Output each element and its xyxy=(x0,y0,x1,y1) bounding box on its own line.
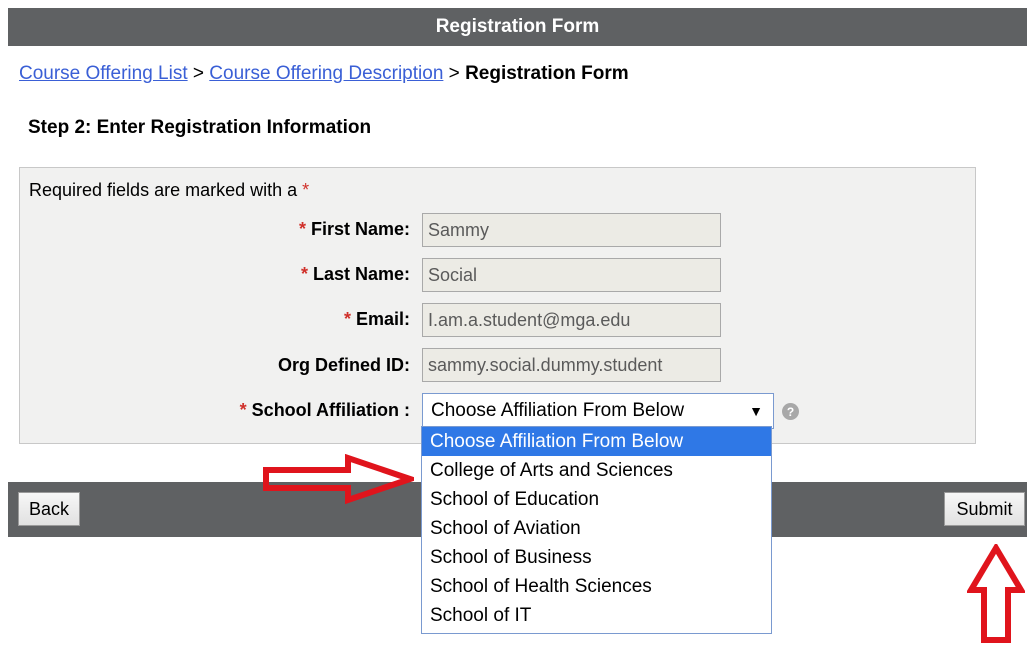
breadcrumb: Course Offering List > Course Offering D… xyxy=(19,63,629,85)
last-name-label: * Last Name: xyxy=(301,264,410,285)
first-name-label-text: First Name: xyxy=(310,219,410,239)
annotation-arrow-right-icon xyxy=(263,454,414,504)
first-name-label: * First Name: xyxy=(299,219,410,240)
email-label-text: Email: xyxy=(355,309,410,329)
required-star: * xyxy=(239,400,247,420)
dropdown-option[interactable]: School of Health Sciences xyxy=(422,572,771,601)
breadcrumb-separator: > xyxy=(192,63,205,84)
registration-form-panel: Required fields are marked with a * * Fi… xyxy=(19,167,976,444)
school-affiliation-label: * School Affiliation : xyxy=(240,400,410,421)
required-note: Required fields are marked with a * xyxy=(29,180,309,201)
back-button[interactable]: Back xyxy=(18,492,80,526)
email-field[interactable]: I.am.a.student@mga.edu xyxy=(422,303,721,337)
breadcrumb-current: Registration Form xyxy=(465,63,629,84)
breadcrumb-link-course-offering-description[interactable]: Course Offering Description xyxy=(209,63,443,84)
dropdown-option[interactable]: School of IT xyxy=(422,601,771,630)
step-heading: Step 2: Enter Registration Information xyxy=(28,117,372,138)
registration-page: Registration Form Course Offering List >… xyxy=(0,0,1027,648)
breadcrumb-separator: > xyxy=(448,63,460,84)
page-title: Registration Form xyxy=(435,16,600,37)
required-star: * xyxy=(343,309,351,329)
school-affiliation-dropdown-list: Choose Affiliation From Below College of… xyxy=(421,426,772,634)
org-defined-id-label: Org Defined ID: xyxy=(278,355,410,376)
dropdown-option[interactable]: School of Education xyxy=(422,485,771,514)
org-defined-id-label-text: Org Defined ID: xyxy=(277,355,410,375)
annotation-arrow-up-icon xyxy=(967,544,1025,643)
last-name-field[interactable]: Social xyxy=(422,258,721,292)
first-name-field[interactable]: Sammy xyxy=(422,213,721,247)
chevron-down-icon: ▼ xyxy=(749,403,763,419)
school-affiliation-selected-value: Choose Affiliation From Below xyxy=(431,400,685,421)
breadcrumb-link-course-offering-list[interactable]: Course Offering List xyxy=(19,63,188,84)
help-icon[interactable]: ? xyxy=(782,403,799,420)
dropdown-option[interactable]: School of Business xyxy=(422,543,771,572)
required-star: * xyxy=(302,180,310,200)
required-star: * xyxy=(300,264,308,284)
submit-button[interactable]: Submit xyxy=(944,492,1025,526)
dropdown-option[interactable]: Choose Affiliation From Below xyxy=(422,427,771,456)
school-affiliation-select[interactable]: Choose Affiliation From Below ▼ xyxy=(422,393,774,429)
org-defined-id-field[interactable]: sammy.social.dummy.student xyxy=(422,348,721,382)
dropdown-option[interactable]: School of Aviation xyxy=(422,514,771,543)
email-label: * Email: xyxy=(344,309,410,330)
title-bar: Registration Form xyxy=(8,8,1027,46)
required-star: * xyxy=(298,219,306,239)
school-affiliation-label-text: School Affiliation : xyxy=(251,400,410,420)
last-name-label-text: Last Name: xyxy=(312,264,410,284)
dropdown-option[interactable]: College of Arts and Sciences xyxy=(422,456,771,485)
required-note-text: Required fields are marked with a xyxy=(29,180,298,200)
